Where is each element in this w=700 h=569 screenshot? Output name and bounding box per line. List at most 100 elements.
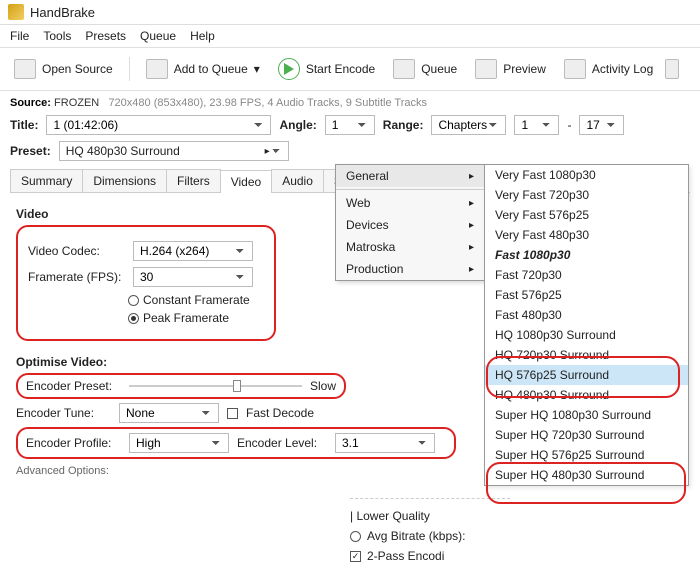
- constant-framerate-radio[interactable]: Constant Framerate: [128, 293, 250, 307]
- queue-label: Queue: [421, 62, 457, 76]
- tab-dimensions[interactable]: Dimensions: [82, 169, 167, 192]
- fast-decode-label: Fast Decode: [246, 406, 314, 420]
- tab-summary[interactable]: Summary: [10, 169, 83, 192]
- source-meta: 720x480 (853x480), 23.98 FPS, 4 Audio Tr…: [108, 97, 427, 109]
- preset-item[interactable]: Very Fast 576p25: [485, 205, 688, 225]
- quality-column: | Lower Quality Avg Bitrate (kbps): 2-Pa…: [350, 498, 510, 569]
- toolbar: Open Source Add to Queue ▾ Start Encode …: [0, 48, 700, 91]
- film-icon: [14, 59, 36, 79]
- preset-item[interactable]: Very Fast 480p30: [485, 225, 688, 245]
- preset-item[interactable]: Super HQ 480p30 Surround: [485, 465, 688, 485]
- menu-tools[interactable]: Tools: [43, 29, 71, 43]
- enc-level-select[interactable]: 3.1: [335, 433, 435, 453]
- add-to-queue-button[interactable]: Add to Queue ▾: [140, 55, 266, 83]
- enc-preset-label: Encoder Preset:: [26, 379, 121, 393]
- enc-tune-label: Encoder Tune:: [16, 406, 111, 420]
- two-pass-check[interactable]: 2-Pass Encodi: [350, 549, 510, 563]
- log-icon: [564, 59, 586, 79]
- menu-file[interactable]: File: [10, 29, 29, 43]
- codec-select[interactable]: H.264 (x264): [133, 241, 253, 261]
- preview-label: Preview: [503, 62, 546, 76]
- menu-presets[interactable]: Presets: [85, 29, 126, 43]
- chevron-right-icon: ▸: [469, 220, 474, 231]
- range-type-select[interactable]: Chapters: [431, 115, 506, 135]
- range-to-select[interactable]: 17: [579, 115, 624, 135]
- cat-label: Devices: [346, 218, 389, 232]
- preset-value: HQ 480p30 Surround: [66, 144, 180, 158]
- preset-item[interactable]: Very Fast 720p30: [485, 185, 688, 205]
- encoder-preset-slider[interactable]: [129, 385, 302, 387]
- category-web[interactable]: Web ▸: [336, 192, 484, 214]
- enc-profile-select[interactable]: High: [129, 433, 229, 453]
- lower-quality-label: | Lower Quality: [350, 509, 510, 523]
- preset-item[interactable]: HQ 480p30 Surround: [485, 385, 688, 405]
- preset-item[interactable]: HQ 576p25 Surround: [485, 365, 688, 385]
- peak-framerate-radio[interactable]: Peak Framerate: [128, 311, 229, 325]
- source-label: Source:: [10, 97, 51, 109]
- range-from-select[interactable]: 1: [514, 115, 559, 135]
- add-to-queue-label: Add to Queue: [174, 62, 248, 76]
- preset-item[interactable]: Super HQ 576p25 Surround: [485, 445, 688, 465]
- enc-profile-label: Encoder Profile:: [26, 436, 121, 450]
- open-source-button[interactable]: Open Source: [8, 55, 119, 83]
- preset-item[interactable]: HQ 1080p30 Surround: [485, 325, 688, 345]
- angle-select[interactable]: 1: [325, 115, 375, 135]
- title-select[interactable]: 1 (01:42:06): [46, 115, 271, 135]
- codec-label: Video Codec:: [28, 244, 123, 258]
- preset-item[interactable]: Fast 576p25: [485, 285, 688, 305]
- preset-item[interactable]: Super HQ 1080p30 Surround: [485, 405, 688, 425]
- tab-audio[interactable]: Audio: [271, 169, 324, 192]
- menu-help[interactable]: Help: [190, 29, 215, 43]
- titlebar: HandBrake: [0, 0, 700, 25]
- menubar: File Tools Presets Queue Help: [0, 25, 700, 48]
- activity-log-label: Activity Log: [592, 62, 653, 76]
- enc-tune-select[interactable]: None: [119, 403, 219, 423]
- peak-fr-label: Peak Framerate: [143, 311, 229, 325]
- queue-button[interactable]: Queue: [387, 55, 463, 83]
- add-queue-icon: [146, 59, 168, 79]
- cat-label: Matroska: [346, 240, 395, 254]
- preset-item[interactable]: Fast 480p30: [485, 305, 688, 325]
- preset-item[interactable]: Very Fast 1080p30: [485, 165, 688, 185]
- source-line: Source: FROZEN 720x480 (853x480), 23.98 …: [10, 97, 690, 109]
- preset-item[interactable]: Fast 720p30: [485, 265, 688, 285]
- app-logo-icon: [8, 4, 24, 20]
- preset-select[interactable]: HQ 480p30 Surround ▸: [59, 141, 289, 161]
- fast-decode-check[interactable]: [227, 408, 238, 419]
- overflow-icon[interactable]: [665, 59, 679, 79]
- encoder-preset-row: Encoder Preset: Slow: [16, 373, 346, 399]
- enc-preset-value: Slow: [310, 379, 336, 393]
- preset-label: Preset:: [10, 144, 51, 158]
- tab-filters[interactable]: Filters: [166, 169, 221, 192]
- category-devices[interactable]: Devices ▸: [336, 214, 484, 236]
- enc-level-label: Encoder Level:: [237, 436, 327, 450]
- preview-button[interactable]: Preview: [469, 55, 552, 83]
- fps-label: Framerate (FPS):: [28, 270, 123, 284]
- category-matroska[interactable]: Matroska▸: [336, 236, 484, 258]
- preset-item[interactable]: Super HQ 720p30 Surround: [485, 425, 688, 445]
- open-source-label: Open Source: [42, 62, 113, 76]
- video-codec-group: Video Codec: H.264 (x264) Framerate (FPS…: [16, 225, 276, 341]
- preset-item[interactable]: HQ 720p30 Surround: [485, 345, 688, 365]
- source-name: FROZEN: [54, 97, 99, 109]
- category-production[interactable]: Production▸: [336, 258, 484, 280]
- preset-category-menu: General▸ Web▸ Devices▸ Matroska▸ Product…: [335, 164, 485, 281]
- start-encode-label: Start Encode: [306, 62, 375, 76]
- preview-icon: [475, 59, 497, 79]
- activity-log-button[interactable]: Activity Log: [558, 55, 659, 83]
- range-sep: -: [567, 118, 571, 132]
- category-general[interactable]: General▸: [336, 165, 484, 187]
- tab-video[interactable]: Video: [220, 170, 272, 193]
- cat-label: Web: [346, 196, 370, 210]
- chevron-right-icon: ▸: [469, 198, 474, 209]
- cat-label: General: [346, 169, 389, 183]
- preset-item[interactable]: Fast 1080p30: [485, 245, 688, 265]
- preset-submenu: Very Fast 1080p30Very Fast 720p30Very Fa…: [484, 164, 689, 486]
- start-encode-button[interactable]: Start Encode: [272, 54, 381, 84]
- fps-select[interactable]: 30: [133, 267, 253, 287]
- encoder-profile-row: Encoder Profile: High Encoder Level: 3.1: [16, 427, 456, 459]
- play-icon: [278, 58, 300, 80]
- chevron-right-icon: ▸: [469, 264, 474, 275]
- menu-queue[interactable]: Queue: [140, 29, 176, 43]
- avg-bitrate-radio[interactable]: Avg Bitrate (kbps):: [350, 529, 510, 543]
